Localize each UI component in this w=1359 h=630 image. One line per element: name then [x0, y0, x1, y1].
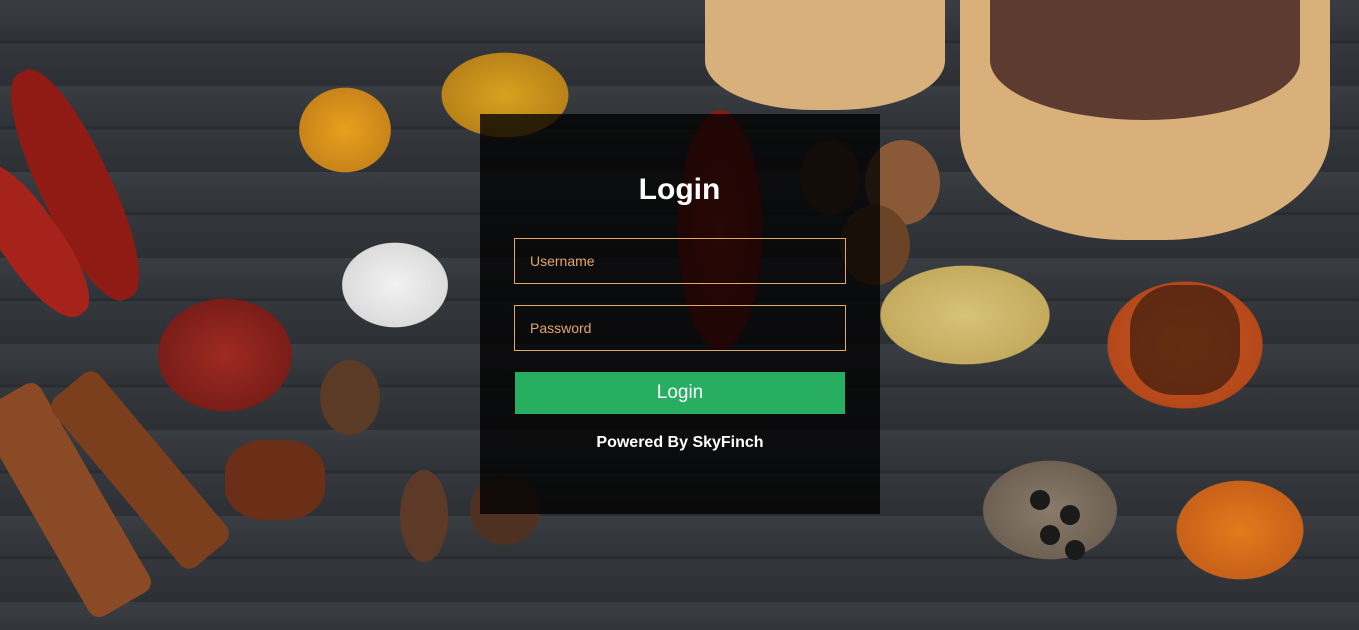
login-title: Login [638, 173, 721, 206]
username-input[interactable] [514, 238, 846, 284]
login-button[interactable]: Login [515, 372, 845, 414]
password-input[interactable] [514, 305, 846, 351]
powered-by-text: Powered By SkyFinch [596, 434, 764, 451]
login-page: Login Login Powered By SkyFinch [0, 0, 1359, 630]
